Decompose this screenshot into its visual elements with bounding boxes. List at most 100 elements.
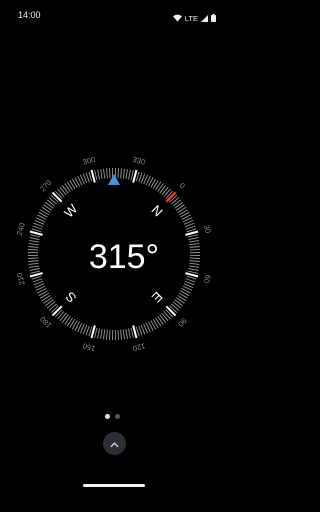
tick-mark xyxy=(30,234,41,238)
status-time: 14:00 xyxy=(18,10,41,20)
tick-mark xyxy=(163,311,171,320)
tick-mark xyxy=(189,243,200,246)
tick-mark xyxy=(189,260,200,262)
chevron-up-icon xyxy=(110,435,119,453)
tick-mark xyxy=(189,246,200,248)
tick-mark xyxy=(171,197,180,205)
degree-label: 120 xyxy=(132,341,146,353)
tick-mark xyxy=(51,305,63,317)
tick-mark xyxy=(61,314,69,323)
tick-mark xyxy=(159,314,167,323)
tick-mark xyxy=(122,168,125,179)
tick-mark xyxy=(28,262,39,265)
tick-mark xyxy=(161,186,169,196)
tick-mark xyxy=(185,225,196,230)
tick-mark xyxy=(117,329,119,340)
tick-mark xyxy=(128,328,131,339)
tick-mark xyxy=(106,168,108,179)
network-type: LTE xyxy=(184,13,198,23)
cardinal-n: N xyxy=(149,202,166,219)
degree-label: 300 xyxy=(82,155,96,167)
degree-label: 240 xyxy=(15,222,27,236)
cardinal-e: E xyxy=(149,289,166,306)
tick-mark xyxy=(188,268,199,271)
degree-label: 330 xyxy=(132,155,146,167)
tick-mark xyxy=(32,225,43,230)
tick-mark xyxy=(28,246,39,248)
tick-mark xyxy=(94,327,98,338)
tick-mark xyxy=(187,234,198,238)
tick-mark xyxy=(46,199,56,207)
tick-mark xyxy=(165,191,177,203)
tick-mark xyxy=(172,199,182,207)
tick-mark xyxy=(171,303,180,311)
page-dot-2[interactable] xyxy=(115,414,120,419)
tick-mark xyxy=(30,270,41,274)
tick-mark xyxy=(85,325,90,336)
tick-mark xyxy=(189,257,200,259)
degree-label: 210 xyxy=(15,272,27,286)
compass-dial: 0 30 60 90 120 150 180 210 240 270 300 330 N E S W 315… xyxy=(15,155,213,353)
tick-mark xyxy=(188,237,199,240)
tick-mark xyxy=(29,237,40,240)
tick-mark xyxy=(57,311,65,320)
tick-mark xyxy=(130,170,134,181)
tick-mark xyxy=(188,265,200,268)
tick-mark xyxy=(28,240,40,243)
tick-mark xyxy=(51,191,63,203)
tick-mark xyxy=(106,329,108,340)
tick-mark xyxy=(28,249,39,251)
tick-mark xyxy=(48,197,57,205)
tick-mark xyxy=(122,329,125,340)
tick-mark xyxy=(59,186,67,196)
tick-mark xyxy=(165,305,177,317)
tick-mark xyxy=(28,243,39,246)
degree-label: 30 xyxy=(202,224,213,234)
status-icons: LTE xyxy=(172,9,216,27)
degree-label: 150 xyxy=(82,341,96,353)
tick-mark xyxy=(46,301,56,309)
tick-mark xyxy=(125,168,128,180)
tick-mark xyxy=(100,328,103,340)
cardinal-s: S xyxy=(62,289,79,306)
tick-mark xyxy=(103,329,106,340)
tick-mark xyxy=(120,168,122,179)
tick-mark xyxy=(187,270,198,274)
tick-mark xyxy=(117,168,119,179)
tick-mark xyxy=(57,188,65,197)
tick-mark xyxy=(172,301,182,309)
tick-mark xyxy=(45,299,54,307)
tick-mark xyxy=(61,185,69,194)
tick-mark xyxy=(188,240,200,243)
tick-mark xyxy=(163,188,171,197)
degree-label: 270 xyxy=(38,178,53,193)
heading-value: 315° xyxy=(89,238,159,276)
tick-mark xyxy=(189,262,200,265)
tick-mark xyxy=(32,278,43,283)
home-indicator[interactable] xyxy=(83,484,145,487)
degree-label: 60 xyxy=(202,274,213,284)
tick-mark xyxy=(130,327,134,338)
tick-mark xyxy=(97,328,100,339)
tick-mark xyxy=(48,303,57,311)
tick-mark xyxy=(45,201,54,209)
tick-mark xyxy=(138,325,143,336)
tick-mark xyxy=(85,172,90,183)
wifi-icon xyxy=(172,9,182,27)
tick-mark xyxy=(94,170,98,181)
tick-mark xyxy=(29,268,40,271)
tick-mark xyxy=(100,168,103,180)
tick-mark xyxy=(185,278,196,283)
tick-mark xyxy=(109,329,111,340)
status-bar: 14:00 LTE xyxy=(0,0,228,30)
page-indicator xyxy=(105,414,120,419)
expand-button[interactable] xyxy=(103,432,126,455)
tick-mark xyxy=(174,201,183,209)
tick-mark xyxy=(174,299,183,307)
tick-mark xyxy=(128,169,131,180)
tick-mark xyxy=(120,329,122,340)
tick-mark xyxy=(159,185,167,194)
page-dot-1[interactable] xyxy=(105,414,110,419)
battery-icon xyxy=(211,9,216,27)
tick-mark xyxy=(138,172,143,183)
